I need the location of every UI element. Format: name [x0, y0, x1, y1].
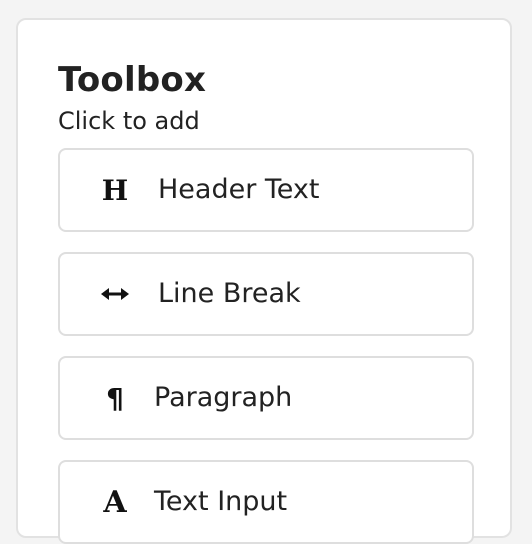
header-icon: H	[101, 173, 129, 207]
toolbox-panel: Toolbox Click to add H Header Text Line …	[16, 18, 512, 544]
toolbox-title: Toolbox	[58, 60, 207, 100]
font-icon: A	[103, 484, 127, 520]
toolbox-item-label: Header Text	[158, 174, 320, 205]
arrows-h-icon	[98, 254, 132, 334]
toolbox-item-header-text[interactable]: H Header Text	[58, 148, 474, 232]
toolbox-item-paragraph[interactable]: ¶ Paragraph	[58, 356, 474, 440]
toolbox-item-label: Paragraph	[154, 382, 293, 413]
paragraph-icon: ¶	[106, 381, 124, 415]
toolbox-item-line-break[interactable]: Line Break	[58, 252, 474, 336]
toolbox-item-label: Line Break	[158, 278, 301, 309]
toolbox-subtitle: Click to add	[58, 107, 200, 135]
toolbox-item-label: Text Input	[154, 486, 288, 517]
toolbox-item-text-input[interactable]: A Text Input	[58, 460, 474, 544]
